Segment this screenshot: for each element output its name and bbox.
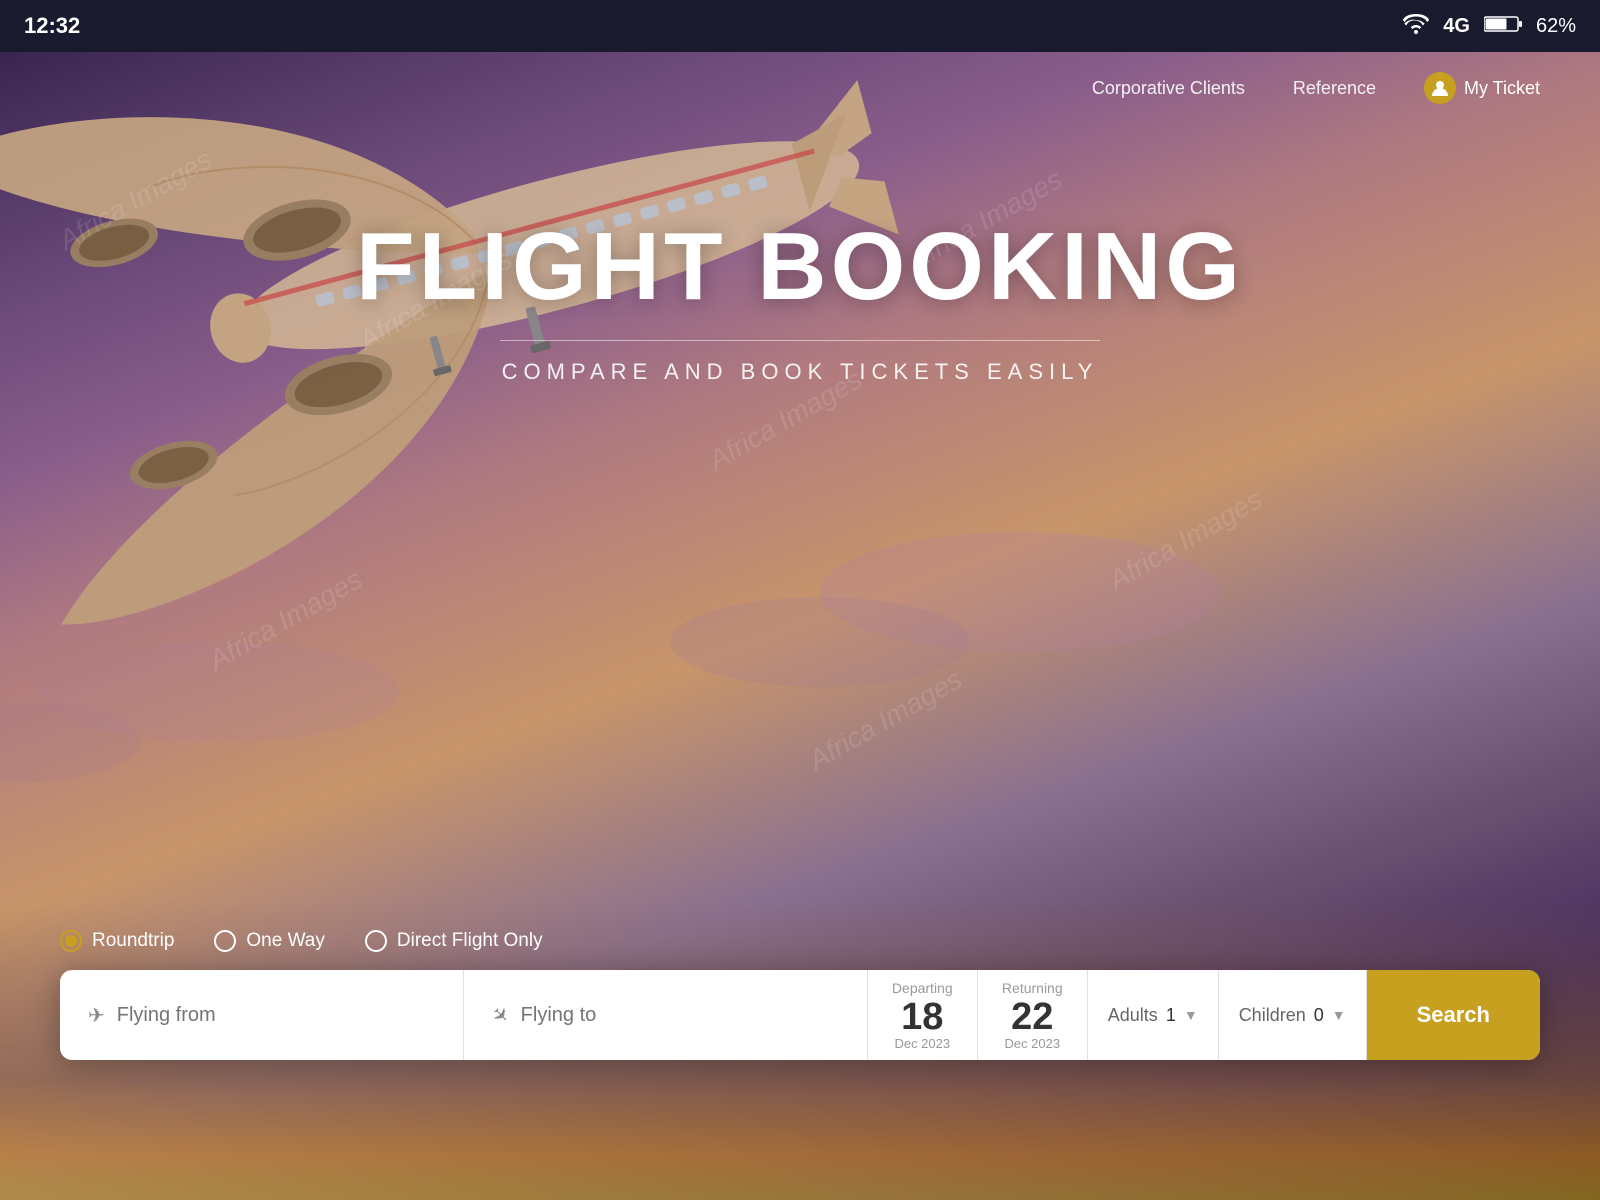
children-dropdown-icon[interactable]: ▼ bbox=[1332, 1007, 1346, 1023]
battery-icon bbox=[1484, 15, 1522, 38]
flying-to-icon: ✈ bbox=[486, 1000, 516, 1030]
direct-flight-option[interactable]: Direct Flight Only bbox=[365, 930, 543, 952]
departing-day: 18 bbox=[901, 998, 943, 1036]
status-time: 12:32 bbox=[24, 13, 80, 39]
my-ticket-link[interactable]: My Ticket bbox=[1424, 72, 1540, 104]
returning-month: Dec 2023 bbox=[1004, 1036, 1060, 1051]
trip-type-row: Roundtrip One Way Direct Flight Only bbox=[60, 930, 1540, 952]
flying-to-input[interactable] bbox=[521, 1004, 839, 1027]
roundtrip-option[interactable]: Roundtrip bbox=[60, 930, 174, 952]
status-bar: 12:32 4G 62% bbox=[0, 0, 1600, 52]
status-icons: 4G 62% bbox=[1403, 14, 1576, 39]
adults-count: 1 bbox=[1166, 1005, 1176, 1026]
corporate-clients-link[interactable]: Corporative Clients bbox=[1092, 78, 1245, 99]
search-button[interactable]: Search bbox=[1367, 970, 1540, 1060]
children-field[interactable]: Children 0 ▼ bbox=[1219, 970, 1367, 1060]
children-count: 0 bbox=[1314, 1005, 1324, 1026]
background: Corporative Clients Reference My Ticket … bbox=[0, 52, 1600, 1200]
my-ticket-label: My Ticket bbox=[1464, 78, 1540, 99]
user-avatar-icon bbox=[1424, 72, 1456, 104]
children-label: Children bbox=[1239, 1005, 1306, 1026]
adults-dropdown-icon[interactable]: ▼ bbox=[1184, 1007, 1198, 1023]
returning-label: Returning bbox=[1002, 980, 1063, 996]
wifi-icon bbox=[1403, 14, 1429, 39]
departing-label: Departing bbox=[892, 980, 953, 996]
flying-from-input[interactable] bbox=[117, 1004, 435, 1027]
navigation: Corporative Clients Reference My Ticket bbox=[1092, 72, 1540, 104]
departing-month: Dec 2023 bbox=[894, 1036, 950, 1051]
roundtrip-label: Roundtrip bbox=[92, 930, 174, 952]
flying-from-field: ✈ bbox=[60, 970, 464, 1060]
network-indicator: 4G bbox=[1443, 15, 1470, 38]
direct-flight-radio[interactable] bbox=[365, 930, 387, 952]
roundtrip-radio[interactable] bbox=[60, 930, 82, 952]
hero-section: FLIGHT BOOKING COMPARE AND BOOK TICKETS … bbox=[0, 212, 1600, 385]
flying-from-icon: ✈ bbox=[88, 1003, 105, 1028]
hero-divider bbox=[500, 340, 1100, 341]
hero-title: FLIGHT BOOKING bbox=[0, 212, 1600, 322]
search-section: Roundtrip One Way Direct Flight Only ✈ ✈ bbox=[60, 930, 1540, 1060]
one-way-option[interactable]: One Way bbox=[214, 930, 325, 952]
returning-day: 22 bbox=[1011, 998, 1053, 1036]
adults-label: Adults bbox=[1108, 1005, 1158, 1026]
direct-flight-label: Direct Flight Only bbox=[397, 930, 543, 952]
hero-subtitle: COMPARE AND BOOK TICKETS EASILY bbox=[0, 359, 1600, 385]
returning-date-field[interactable]: Returning 22 Dec 2023 bbox=[978, 970, 1088, 1060]
battery-percent: 62% bbox=[1536, 15, 1576, 38]
airplane-illustration bbox=[0, 52, 1320, 892]
reference-link[interactable]: Reference bbox=[1293, 78, 1376, 99]
adults-field[interactable]: Adults 1 ▼ bbox=[1088, 970, 1219, 1060]
one-way-radio[interactable] bbox=[214, 930, 236, 952]
one-way-label: One Way bbox=[246, 930, 325, 952]
flying-to-field: ✈ bbox=[464, 970, 868, 1060]
search-bar: ✈ ✈ Departing 18 Dec 2023 Returning 22 D… bbox=[60, 970, 1540, 1060]
departing-date-field[interactable]: Departing 18 Dec 2023 bbox=[868, 970, 978, 1060]
